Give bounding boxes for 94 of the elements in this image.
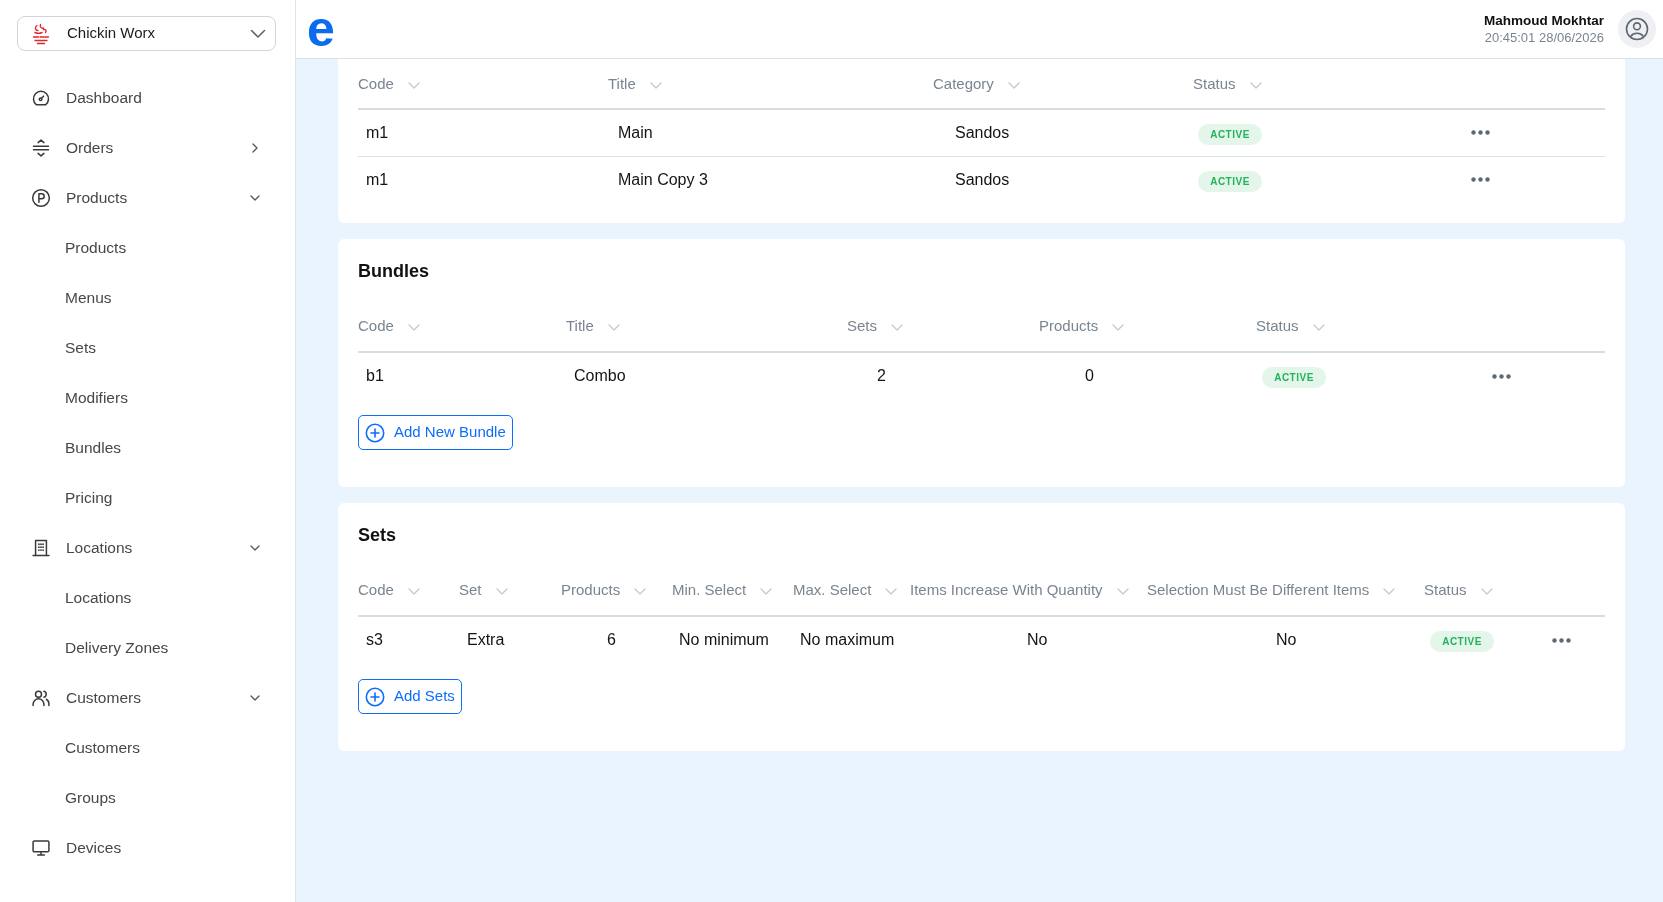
chevron-down-icon [885, 588, 898, 596]
column-header[interactable]: Selection Must Be Different Items [1147, 578, 1396, 601]
status-badge: ACTIVE [1198, 123, 1262, 145]
sidebar-item[interactable]: Customers [17, 673, 276, 723]
chevron-down-icon [607, 324, 620, 332]
chevron-down-icon [1249, 82, 1262, 90]
more-icon[interactable] [1471, 130, 1490, 136]
sidebar-subitem[interactable]: Delivery Zones [17, 623, 276, 673]
column-header[interactable]: Status [1256, 314, 1325, 337]
column-header[interactable]: Category [933, 72, 1020, 95]
chevron-down-icon [250, 28, 266, 39]
chevron-down-icon [634, 588, 647, 596]
app-logo[interactable]: e [307, 9, 335, 49]
gauge-icon [31, 88, 51, 108]
column-header[interactable]: Title [608, 72, 662, 95]
user-name: Mahmoud Mokhtar [1484, 12, 1604, 29]
column-header[interactable]: Status [1424, 578, 1493, 601]
sidebar-subitem[interactable]: Pricing [17, 473, 276, 523]
table-cell: Sandos [933, 156, 1193, 203]
table-cell: No maximum [793, 616, 910, 663]
brand-select[interactable]: Chickin Worx [17, 16, 276, 51]
column-header[interactable]: Max. Select [793, 578, 898, 601]
table-cell: Main [608, 109, 933, 156]
more-icon[interactable] [1471, 177, 1490, 183]
sidebar-subitem[interactable]: Bundles [17, 423, 276, 473]
section-title: Bundles [358, 260, 430, 283]
chevron-down-icon [1480, 588, 1493, 596]
chevron-down-icon [495, 588, 508, 596]
more-icon[interactable] [1552, 637, 1571, 643]
column-header[interactable]: Min. Select [672, 578, 773, 601]
column-header[interactable]: Title [566, 314, 620, 337]
more-icon[interactable] [1492, 373, 1511, 379]
plus-circle-icon [365, 422, 385, 443]
table-cell: m1 [358, 156, 608, 203]
sidebar-item[interactable]: Orders [17, 123, 276, 173]
table-cell: No [910, 616, 1147, 663]
chevron-down-icon [1112, 324, 1125, 332]
date-time: 20:45:01 28/06/2026 [1484, 29, 1604, 46]
status-badge: ACTIVE [1198, 170, 1262, 192]
sidebar-subitem[interactable]: Groups [17, 773, 276, 823]
chevron-down-icon [891, 324, 903, 332]
section-title: Sets [358, 524, 398, 547]
sidebar-item[interactable]: Devices [17, 823, 276, 873]
chevron-down-icon [1312, 324, 1325, 332]
circled-p-icon [31, 188, 51, 208]
column-header[interactable]: Code [358, 314, 420, 337]
add-button[interactable]: Add Sets [358, 679, 462, 714]
table-cell: No minimum [672, 616, 793, 663]
chevron-down-icon [1383, 588, 1396, 596]
building-icon [31, 538, 51, 558]
sidebar-subitem[interactable]: Menus [17, 273, 276, 323]
sidebar-subitem[interactable]: Sets [17, 323, 276, 373]
chevron-down-icon [760, 588, 773, 596]
chevron-down-icon [1116, 588, 1129, 596]
add-button[interactable]: Add New Bundle [358, 415, 513, 450]
column-header[interactable]: Products [561, 578, 647, 601]
chevron-down-icon [407, 588, 420, 596]
table-cell: Combo [566, 352, 847, 399]
monitor-icon [31, 838, 51, 858]
sidebar-subitem[interactable]: Customers [17, 723, 276, 773]
column-header[interactable]: Code [358, 72, 420, 95]
column-header[interactable]: Products [1039, 314, 1125, 337]
sidebar-item[interactable]: Products [17, 173, 276, 223]
table-cell: Sandos [933, 109, 1193, 156]
brand-logo-icon [31, 22, 51, 45]
table-cell: s3 [358, 616, 459, 663]
column-header[interactable]: Items Increase With Quantity [910, 578, 1129, 601]
column-header[interactable]: Status [1193, 72, 1262, 95]
sidebar-item[interactable]: Locations [17, 523, 276, 573]
sidebar-subitem[interactable]: Modifiers [17, 373, 276, 423]
status-badge: ACTIVE [1430, 631, 1494, 652]
column-header[interactable]: Sets [847, 314, 903, 337]
sidebar-item[interactable]: Dashboard [17, 73, 276, 123]
sidebar-subitem[interactable]: Products [17, 223, 276, 273]
table-cell: Extra [459, 616, 561, 663]
chevron-down-icon [649, 82, 662, 90]
users-icon [31, 688, 51, 708]
table-cell: 0 [1039, 352, 1256, 399]
chevron-down-icon [407, 324, 420, 332]
status-badge: ACTIVE [1262, 367, 1326, 388]
chevron-down-icon [1007, 82, 1020, 90]
plus-circle-icon [365, 686, 385, 707]
table-cell: m1 [358, 109, 608, 156]
up-down-lines-icon [31, 138, 51, 158]
table-cell: 2 [847, 352, 1039, 399]
table-cell: 6 [561, 616, 672, 663]
column-header[interactable]: Code [358, 578, 420, 601]
sidebar-subitem[interactable]: Locations [17, 573, 276, 623]
table-cell: Main Copy 3 [608, 156, 933, 203]
table-cell: b1 [358, 352, 566, 399]
table-cell: No [1147, 616, 1424, 663]
column-header[interactable]: Set [459, 578, 508, 601]
chevron-down-icon [407, 82, 420, 90]
avatar-icon[interactable] [1618, 10, 1656, 48]
